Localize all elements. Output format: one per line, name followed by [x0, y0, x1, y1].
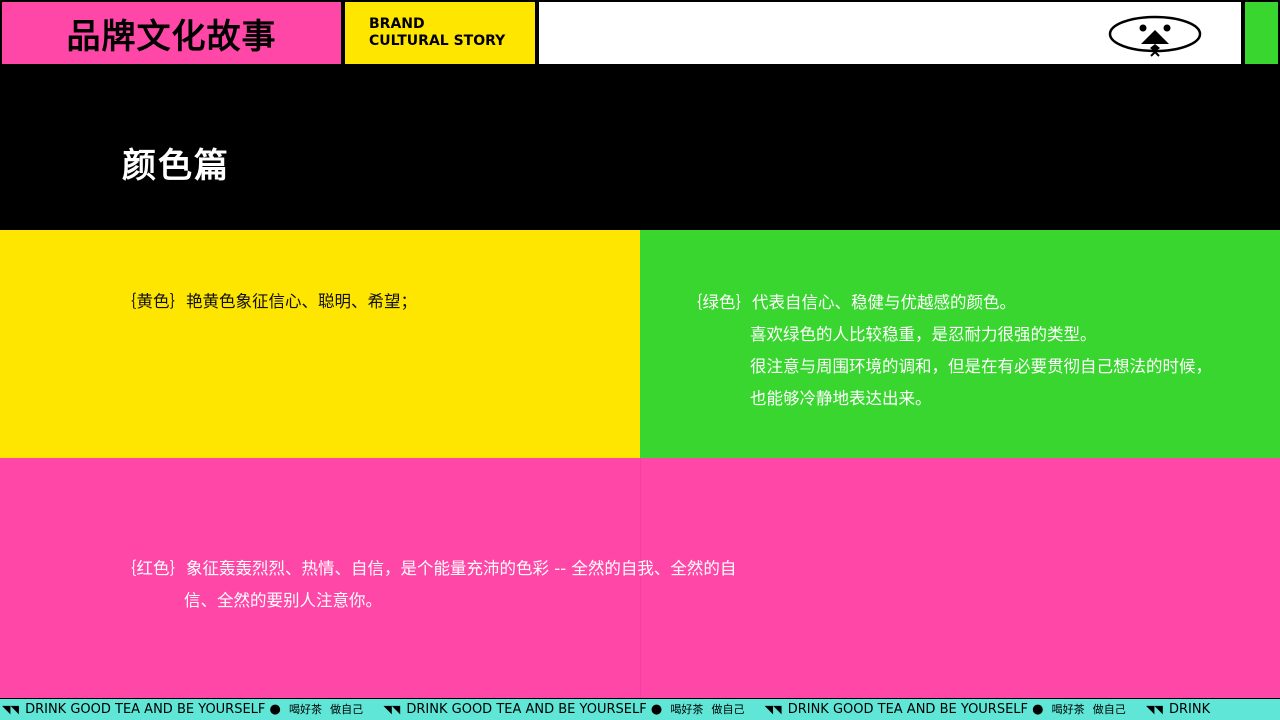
- green-description-line3: 很注意与周围环境的调和，但是在有必要贯彻自己想法的时候，: [750, 357, 1212, 376]
- yellow-description: ｛黄色｝艳黄色象征信心、聪明、希望；: [120, 286, 417, 318]
- ticker-cn1: 喝好茶: [289, 703, 323, 716]
- ticker-item: ◥◥ DRINK: [1144, 699, 1210, 720]
- ticker-en: DRINK GOOD TEA AND BE YOURSELF: [25, 702, 266, 717]
- ticker-dot: ●: [1032, 702, 1044, 717]
- yellow-description-line1: ｛黄色｝艳黄色象征信心、聪明、希望；: [120, 292, 417, 311]
- ticker-en: DRINK GOOD TEA AND BE YOURSELF: [787, 702, 1029, 717]
- pink-description: ｛红色｝象征轰轰烈烈、热情、自信，是个能量充沛的色彩 -- 全然的自我、全然的自…: [120, 553, 736, 617]
- ticker-item: ◥◥ DRINK GOOD TEA AND BE YOURSELF ● 喝好茶 …: [381, 699, 744, 720]
- green-description: ｛绿色｝代表自信心、稳健与优越感的颜色。 喜欢绿色的人比较稳重，是忍耐力很强的类…: [686, 287, 1212, 415]
- ticker-cn2: 做自己: [330, 703, 364, 716]
- pink-description-line2: 信、全然的要别人注意你。: [184, 591, 382, 610]
- green-description-line4: 也能够冷静地表达出来。: [750, 389, 932, 408]
- brand-title-en: BRAND CULTURAL STORY: [343, 0, 537, 66]
- ticker-cn2: 做自己: [711, 703, 745, 716]
- ticker-item: ◥◥ DRINK GOOD TEA AND BE YOURSELF ● 喝好茶 …: [763, 699, 1126, 720]
- pink-description-line1: ｛红色｝象征轰轰烈烈、热情、自信，是个能量充沛的色彩 -- 全然的自我、全然的自: [120, 559, 737, 578]
- arrow-badge-icon: ◥◥: [2, 703, 19, 716]
- brand-logo-icon: [1108, 15, 1202, 57]
- ticker-en: DRINK: [1169, 702, 1211, 717]
- brand-title-cn: 品牌文化故事: [0, 0, 343, 66]
- ticker-dot: ●: [269, 702, 281, 717]
- ticker-cn2: 做自己: [1092, 703, 1126, 716]
- yellow-color-block: [0, 230, 640, 458]
- ticker-en: DRINK GOOD TEA AND BE YOURSELF: [406, 702, 647, 717]
- ticker-dot: ●: [650, 702, 663, 717]
- green-description-line1: ｛绿色｝代表自信心、稳健与优越感的颜色。: [686, 293, 1016, 312]
- slogan-ticker: ◥◥ DRINK GOOD TEA AND BE YOURSELF ● 喝好茶 …: [0, 698, 1280, 720]
- arrow-badge-icon: ◥◥: [1145, 703, 1163, 716]
- brand-title-en-line2: CULTURAL STORY: [369, 33, 506, 49]
- header-green-tab: [1243, 0, 1280, 66]
- arrow-badge-icon: ◥◥: [383, 703, 401, 716]
- green-description-line2: 喜欢绿色的人比较稳重，是忍耐力很强的类型。: [750, 325, 1097, 344]
- arrow-badge-icon: ◥◥: [764, 703, 782, 716]
- brand-title-en-line1: BRAND: [369, 16, 425, 32]
- ticker-cn1: 喝好茶: [670, 703, 704, 716]
- ticker-cn1: 喝好茶: [1051, 703, 1085, 716]
- section-title: 颜色篇: [122, 146, 230, 186]
- ticker-item: ◥◥ DRINK GOOD TEA AND BE YOURSELF ● 喝好茶 …: [0, 699, 363, 720]
